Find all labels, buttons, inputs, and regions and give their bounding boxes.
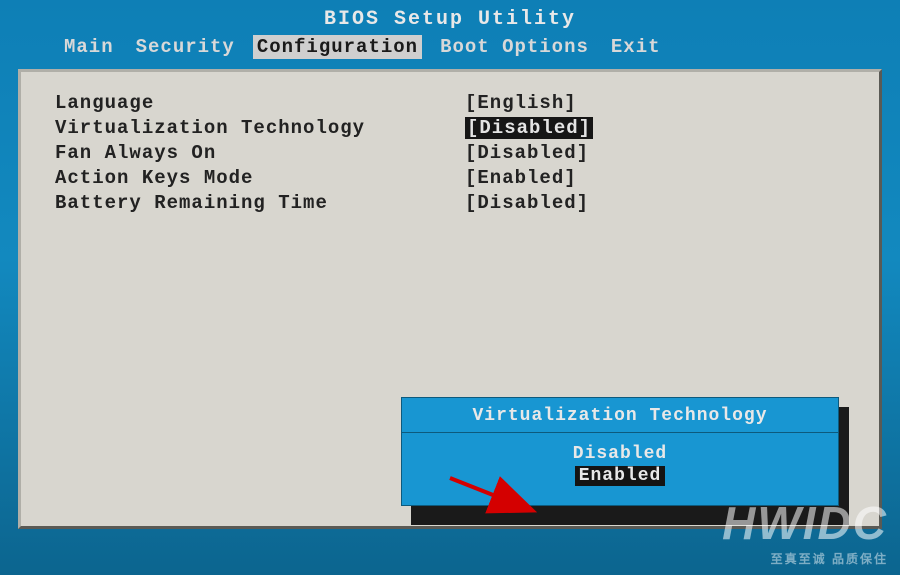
- bios-title: BIOS Setup Utility: [0, 0, 900, 35]
- setting-value: [Disabled]: [465, 192, 589, 214]
- setting-row[interactable]: Language[English]: [55, 90, 845, 115]
- setting-label: Fan Always On: [55, 142, 465, 164]
- setting-label: Battery Remaining Time: [55, 192, 465, 214]
- setting-value: [Disabled]: [465, 142, 589, 164]
- popup-option-enabled[interactable]: Enabled: [575, 466, 666, 486]
- setting-value: [Enabled]: [465, 167, 577, 189]
- setting-label: Virtualization Technology: [55, 117, 465, 139]
- setting-value: [English]: [465, 92, 577, 114]
- setting-row[interactable]: Battery Remaining Time[Disabled]: [55, 190, 845, 215]
- annotation-arrow-icon: [446, 474, 541, 519]
- watermark-brand: HWIDC: [722, 496, 888, 550]
- settings-list: Language[English]Virtualization Technolo…: [55, 90, 845, 215]
- popup-option-disabled[interactable]: Disabled: [569, 444, 671, 464]
- setting-label: Language: [55, 92, 465, 114]
- setting-row[interactable]: Action Keys Mode[Enabled]: [55, 165, 845, 190]
- popup-title: Virtualization Technology: [402, 404, 838, 433]
- setting-row[interactable]: Fan Always On[Disabled]: [55, 140, 845, 165]
- menu-tab-boot-options[interactable]: Boot Options: [436, 35, 593, 59]
- watermark: HWIDC 至真至诚 品质保住: [722, 496, 888, 567]
- setting-label: Action Keys Mode: [55, 167, 465, 189]
- config-panel: Language[English]Virtualization Technolo…: [18, 69, 882, 529]
- setting-value: [Disabled]: [465, 117, 593, 139]
- menu-tab-exit[interactable]: Exit: [607, 35, 665, 59]
- menu-tab-security[interactable]: Security: [132, 35, 239, 59]
- watermark-tagline: 至真至诚 品质保住: [722, 550, 888, 567]
- menu-tab-main[interactable]: Main: [60, 35, 118, 59]
- setting-row[interactable]: Virtualization Technology[Disabled]: [55, 115, 845, 140]
- menubar: Main Security Configuration Boot Options Exi…: [0, 35, 900, 69]
- menu-tab-configuration[interactable]: Configuration: [253, 35, 422, 59]
